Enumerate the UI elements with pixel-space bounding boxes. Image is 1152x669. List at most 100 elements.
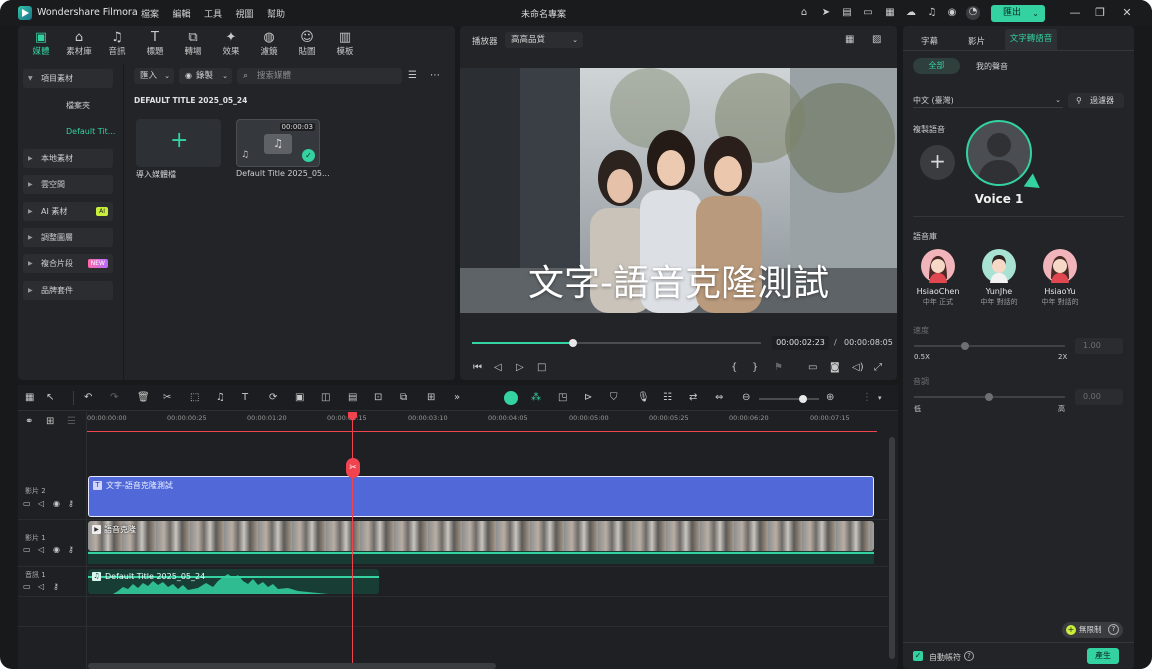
audio-clip[interactable]: ♫ Default Title 2025_05_24 <box>88 569 379 594</box>
sidebar-sub-folder[interactable]: 檔案夾 <box>66 100 90 111</box>
keyframe-icon[interactable]: ▣ <box>295 392 304 404</box>
subtab-my-voices[interactable]: 我的聲音 <box>976 61 1008 72</box>
shield-icon[interactable]: ⛉ <box>610 392 618 404</box>
folder-icon[interactable]: ▭ <box>23 498 31 510</box>
play-icon[interactable]: ▷ <box>516 362 524 374</box>
gift-icon[interactable]: ⌂ <box>798 7 810 19</box>
multi-clip-icon[interactable]: ⊞ <box>427 392 435 404</box>
color-icon[interactable]: ◫ <box>321 392 330 404</box>
more-icon[interactable]: ⋯ <box>430 70 440 82</box>
file-icon[interactable]: ▤ <box>841 7 853 19</box>
display-icon[interactable]: ▭ <box>808 362 817 374</box>
sidebar-item-local-media[interactable]: ▶ 本地素材 <box>23 149 113 168</box>
tab-effects[interactable]: ✦ 效果 <box>212 26 250 64</box>
grid-handle-icon[interactable]: ⋮ <box>862 392 872 404</box>
link-icon[interactable]: ⚭ <box>25 416 33 428</box>
import-media-tile[interactable]: + <box>136 119 221 167</box>
current-time[interactable]: 00:00:02:23 <box>772 336 829 350</box>
layout-icon[interactable]: ▦ <box>25 392 34 404</box>
record-dropdown[interactable]: ◉ 錄製 ⌄ <box>179 68 232 84</box>
speed-value-input[interactable]: 1.00 <box>1075 338 1123 354</box>
eye-icon[interactable]: ◉ <box>53 498 60 510</box>
speaker-icon[interactable]: ◁ <box>38 544 44 556</box>
filter-sort-icon[interactable]: ☰ <box>408 70 417 82</box>
camera-icon[interactable]: ◙ <box>830 362 840 374</box>
grid-icon[interactable]: ▦ <box>884 7 896 19</box>
grid-view-icon[interactable]: ▦ <box>845 34 854 46</box>
delete-icon[interactable]: 🗑 <box>137 392 150 404</box>
tracking-icon[interactable]: ⊡ <box>374 392 382 404</box>
sidebar-item-project-media[interactable]: ▼ 項目素材 <box>23 69 113 88</box>
zoom-out-icon[interactable]: ⊖ <box>742 392 750 404</box>
playhead-line[interactable] <box>352 412 353 669</box>
voice-avatar-hsiaoyu[interactable] <box>1043 249 1077 283</box>
track-manage-icon[interactable]: ☰ <box>67 416 76 428</box>
unlimited-badge[interactable]: + 無限制 ? <box>1062 622 1123 638</box>
lock-icon[interactable]: ⚷ <box>53 581 59 593</box>
add-track-icon[interactable]: ⊞ <box>46 416 54 428</box>
tab-transitions[interactable]: ⧉ 轉場 <box>174 26 212 64</box>
timeline-ruler[interactable]: 00:00:00:00 00:00:00:25 00:00:01:20 00:0… <box>87 412 877 432</box>
mark-in-icon[interactable]: { <box>731 362 737 374</box>
playback-progress-bar[interactable] <box>472 339 761 347</box>
tab-audio[interactable]: ♫ 音訊 <box>98 26 136 64</box>
import-dropdown[interactable]: 匯入 ⌄ <box>134 68 174 84</box>
replace-icon[interactable]: ⇄ <box>689 392 697 404</box>
folder-icon[interactable]: ▭ <box>23 544 31 556</box>
edit-list-icon[interactable]: ☷ <box>663 392 672 404</box>
speed-slider[interactable] <box>914 342 1065 350</box>
tab-subtitles[interactable]: 字幕 <box>921 35 938 47</box>
speed-ramp-icon[interactable]: ⟳ <box>269 392 277 404</box>
title-clip[interactable]: T 文字-語音克隆測試 <box>88 476 874 517</box>
help-icon[interactable]: ? <box>964 651 974 661</box>
undo-icon[interactable]: ↶ <box>84 392 92 404</box>
tab-video[interactable]: 影片 <box>968 35 985 47</box>
tab-stickers[interactable]: ☺ 貼圖 <box>288 26 326 64</box>
help-icon[interactable]: ? <box>1108 624 1119 635</box>
menu-view[interactable]: 視圖 <box>236 7 268 20</box>
menu-file[interactable]: 檔案 <box>141 7 173 20</box>
audio-edit-icon[interactable]: ♫ <box>216 392 225 404</box>
redo-icon[interactable]: ↷ <box>110 392 118 404</box>
snapshot-image-icon[interactable]: ▨ <box>872 34 881 46</box>
speaker-icon[interactable]: ◁ <box>38 498 44 510</box>
crop-icon[interactable]: ⬚ <box>190 392 199 404</box>
headset-icon[interactable]: ♫ <box>926 7 938 19</box>
tab-stock[interactable]: ⌂ 素材庫 <box>60 26 98 64</box>
zoom-slider[interactable] <box>759 395 819 403</box>
snap-icon[interactable]: ⁂ <box>531 392 541 404</box>
tab-titles[interactable]: T 標題 <box>136 26 174 64</box>
split-icon[interactable]: ✂ <box>163 392 171 404</box>
play-back-icon[interactable]: ◁ <box>494 362 502 374</box>
pitch-slider[interactable] <box>914 393 1065 401</box>
media-clip-thumb[interactable]: 00:00:03 ♫ ♫ ✓ <box>236 119 320 167</box>
pitch-value-input[interactable]: 0.00 <box>1075 389 1123 405</box>
menu-edit[interactable]: 編輯 <box>173 7 205 20</box>
tab-text-to-speech[interactable]: 文字轉語音 <box>1005 29 1057 50</box>
language-select[interactable]: 中文 (臺灣) ⌄ <box>913 93 1063 108</box>
marker-icon[interactable]: ⚑ <box>774 362 783 374</box>
zoom-slider-knob[interactable] <box>799 395 807 403</box>
zoom-in-icon[interactable]: ⊕ <box>826 392 834 404</box>
cloud-icon[interactable]: ☁ <box>905 7 917 19</box>
sidebar-item-compound-clip[interactable]: ▶ 複合片段 NEW <box>23 254 113 273</box>
pitch-slider-knob[interactable] <box>985 393 993 401</box>
voice-avatar-button[interactable] <box>966 120 1032 186</box>
media-search-input[interactable]: ⌕ 搜索媒體 <box>237 68 402 84</box>
tab-filters[interactable]: ◍ 濾鏡 <box>250 26 288 64</box>
voice-avatar-yunjhe[interactable] <box>982 249 1016 283</box>
avatar-icon[interactable]: ◔ <box>966 6 980 20</box>
sidebar-item-ai-media[interactable]: ▶ AI 素材 AI <box>23 202 113 221</box>
quality-dropdown[interactable]: 高高品質 ⌄ <box>505 32 583 48</box>
export-button[interactable]: 匯出 ⌄ <box>991 5 1045 22</box>
restore-icon[interactable]: ❐ <box>1093 6 1107 20</box>
menu-tools[interactable]: 工具 <box>204 7 236 20</box>
speaker-icon[interactable]: ◁ <box>38 581 44 593</box>
auto-ripple-icon[interactable]: ◳ <box>558 392 567 404</box>
tab-templates[interactable]: ▥ 模板 <box>326 26 364 64</box>
volume-icon[interactable]: ◁) <box>852 362 864 374</box>
text-tool-icon[interactable]: T <box>242 392 248 404</box>
freeze-frame-icon[interactable]: ▤ <box>348 392 357 404</box>
play-preview-icon[interactable]: ⊳ <box>584 392 592 404</box>
video-clip[interactable]: ▶ 語音克隆 <box>88 521 874 551</box>
